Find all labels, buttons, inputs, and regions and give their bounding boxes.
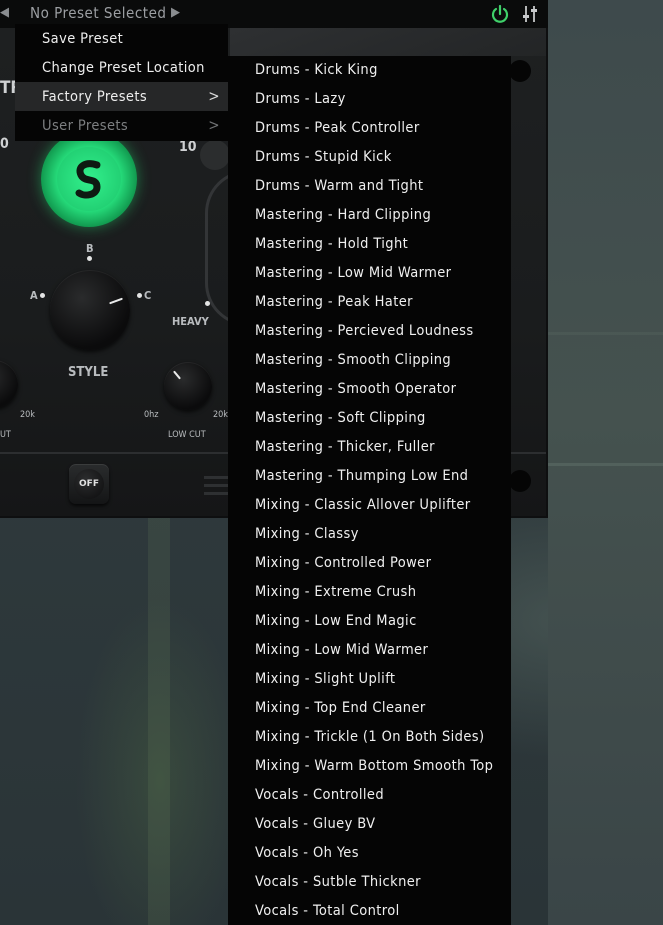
menu-item-label: Change Preset Location — [42, 59, 205, 76]
preset-menu-item[interactable]: Vocals - Total Control — [255, 897, 400, 925]
factory-presets-submenu: Drums - Kick King Drums - Lazy Drums - Pea… — [228, 56, 511, 925]
screw-dot — [509, 470, 531, 492]
style-label: STYLE — [68, 365, 109, 380]
chevron-right-icon: > — [208, 116, 220, 134]
preset-menu-item[interactable]: Mastering - Hard Clipping — [255, 201, 431, 230]
preset-menu-item[interactable]: Mixing - Extreme Crush — [255, 578, 416, 607]
preset-menu-item[interactable]: Mixing - Slight Uplift — [255, 665, 395, 694]
s-logo-icon — [75, 160, 101, 199]
style-option-a-label: A — [30, 289, 38, 302]
preset-menu-item[interactable]: Mastering - Soft Clipping — [255, 404, 426, 433]
bypass-label: OFF — [74, 469, 104, 499]
preset-menu-item[interactable]: Mixing - Trickle (1 On Both Sides) — [255, 723, 484, 752]
preset-menu-item[interactable]: Mastering - Percieved Loudness — [255, 317, 474, 346]
preset-menu-item[interactable]: Mixing - Classy — [255, 520, 359, 549]
preset-menu-item[interactable]: Vocals - Oh Yes — [255, 839, 359, 868]
grip-line — [204, 492, 228, 495]
next-preset-button[interactable]: ▶ — [171, 5, 180, 20]
preset-menu-item[interactable]: Vocals - Gluey BV — [255, 810, 375, 839]
background-stripe — [148, 515, 170, 925]
style-dot — [87, 256, 92, 261]
knob-indicator — [109, 297, 123, 305]
style-dot — [137, 293, 142, 298]
logo-inner — [57, 147, 121, 211]
background-line — [548, 463, 663, 466]
preset-menu-item[interactable]: Drums - Lazy — [255, 85, 346, 114]
preset-menu-item[interactable]: Drums - Warm and Tight — [255, 172, 423, 201]
style-option-b-label: B — [86, 242, 94, 255]
low-cut-max-label: 20k — [213, 410, 228, 420]
grip-line — [204, 484, 228, 487]
style-dot — [40, 293, 45, 298]
settings-sliders-icon[interactable] — [520, 3, 540, 25]
preset-menu-item[interactable]: Mixing - Low Mid Warmer — [255, 636, 428, 665]
low-cut-label: LOW CUT — [168, 430, 206, 440]
chevron-right-icon: > — [208, 87, 220, 105]
preset-menu-item[interactable]: Vocals - Sutble Thickner — [255, 868, 421, 897]
menu-item-factory-presets[interactable]: Factory Presets > — [15, 82, 228, 111]
bypass-button[interactable]: OFF — [69, 464, 109, 504]
preset-menu-item[interactable]: Mastering - Thumping Low End — [255, 462, 468, 491]
plugin-panel-header — [230, 28, 546, 56]
preset-menu-item[interactable]: Mastering - Peak Hater — [255, 288, 413, 317]
heavy-dot — [205, 301, 210, 306]
screen: ◀ No Preset Selected ▶ TR 0 10 B A C STY… — [0, 0, 663, 925]
power-icon[interactable] — [489, 3, 511, 25]
menu-item-save-preset[interactable]: Save Preset — [15, 24, 228, 53]
preset-menu-item[interactable]: Mixing - Warm Bottom Smooth Top — [255, 752, 493, 781]
preset-menu-item[interactable]: Drums - Kick King — [255, 56, 378, 85]
preset-menu-item[interactable]: Drums - Peak Controller — [255, 114, 420, 143]
high-cut-label: UT — [0, 430, 11, 440]
preset-menu-item[interactable]: Mixing - Classic Allover Uplifter — [255, 491, 471, 520]
preset-menu-item[interactable]: Vocals - Controlled — [255, 781, 384, 810]
preset-menu-item[interactable]: Drums - Stupid Kick — [255, 143, 392, 172]
style-knob[interactable] — [50, 270, 130, 350]
heavy-label: HEAVY — [172, 315, 209, 328]
scale-label: 0 — [0, 136, 9, 152]
preset-menu-item[interactable]: Mastering - Hold Tight — [255, 230, 408, 259]
menu-item-user-presets[interactable]: User Presets > — [15, 111, 228, 140]
preset-selector[interactable]: No Preset Selected — [30, 4, 166, 22]
grip-line — [204, 476, 228, 479]
knob-indicator — [173, 370, 181, 380]
menu-item-label: Save Preset — [42, 30, 124, 47]
drive-knob-edge[interactable] — [200, 140, 230, 170]
high-cut-max-label: 20k — [20, 410, 35, 420]
background-line — [548, 332, 663, 335]
preset-menu-item[interactable]: Mastering - Low Mid Warmer — [255, 259, 451, 288]
preset-menu-item[interactable]: Mixing - Low End Magic — [255, 607, 417, 636]
preset-menu-item[interactable]: Mastering - Thicker, Fuller — [255, 433, 435, 462]
menu-item-label: Factory Presets — [42, 88, 148, 105]
preset-menu-item[interactable]: Mastering - Smooth Operator — [255, 375, 456, 404]
scale-label: 10 — [179, 139, 197, 155]
screw-dot — [509, 60, 531, 82]
prev-preset-button[interactable]: ◀ — [0, 5, 9, 20]
preset-menu: Save Preset Change Preset Location Facto… — [15, 24, 228, 141]
preset-menu-item[interactable]: Mixing - Top End Cleaner — [255, 694, 426, 723]
logo-button[interactable] — [41, 131, 137, 227]
menu-item-change-preset-location[interactable]: Change Preset Location — [15, 53, 228, 82]
low-cut-knob[interactable] — [164, 362, 212, 410]
preset-menu-item[interactable]: Mixing - Controlled Power — [255, 549, 431, 578]
low-cut-min-label: 0hz — [144, 410, 159, 420]
preset-menu-item[interactable]: Mastering - Smooth Clipping — [255, 346, 451, 375]
style-option-c-label: C — [144, 289, 152, 302]
menu-item-label: User Presets — [42, 117, 129, 134]
